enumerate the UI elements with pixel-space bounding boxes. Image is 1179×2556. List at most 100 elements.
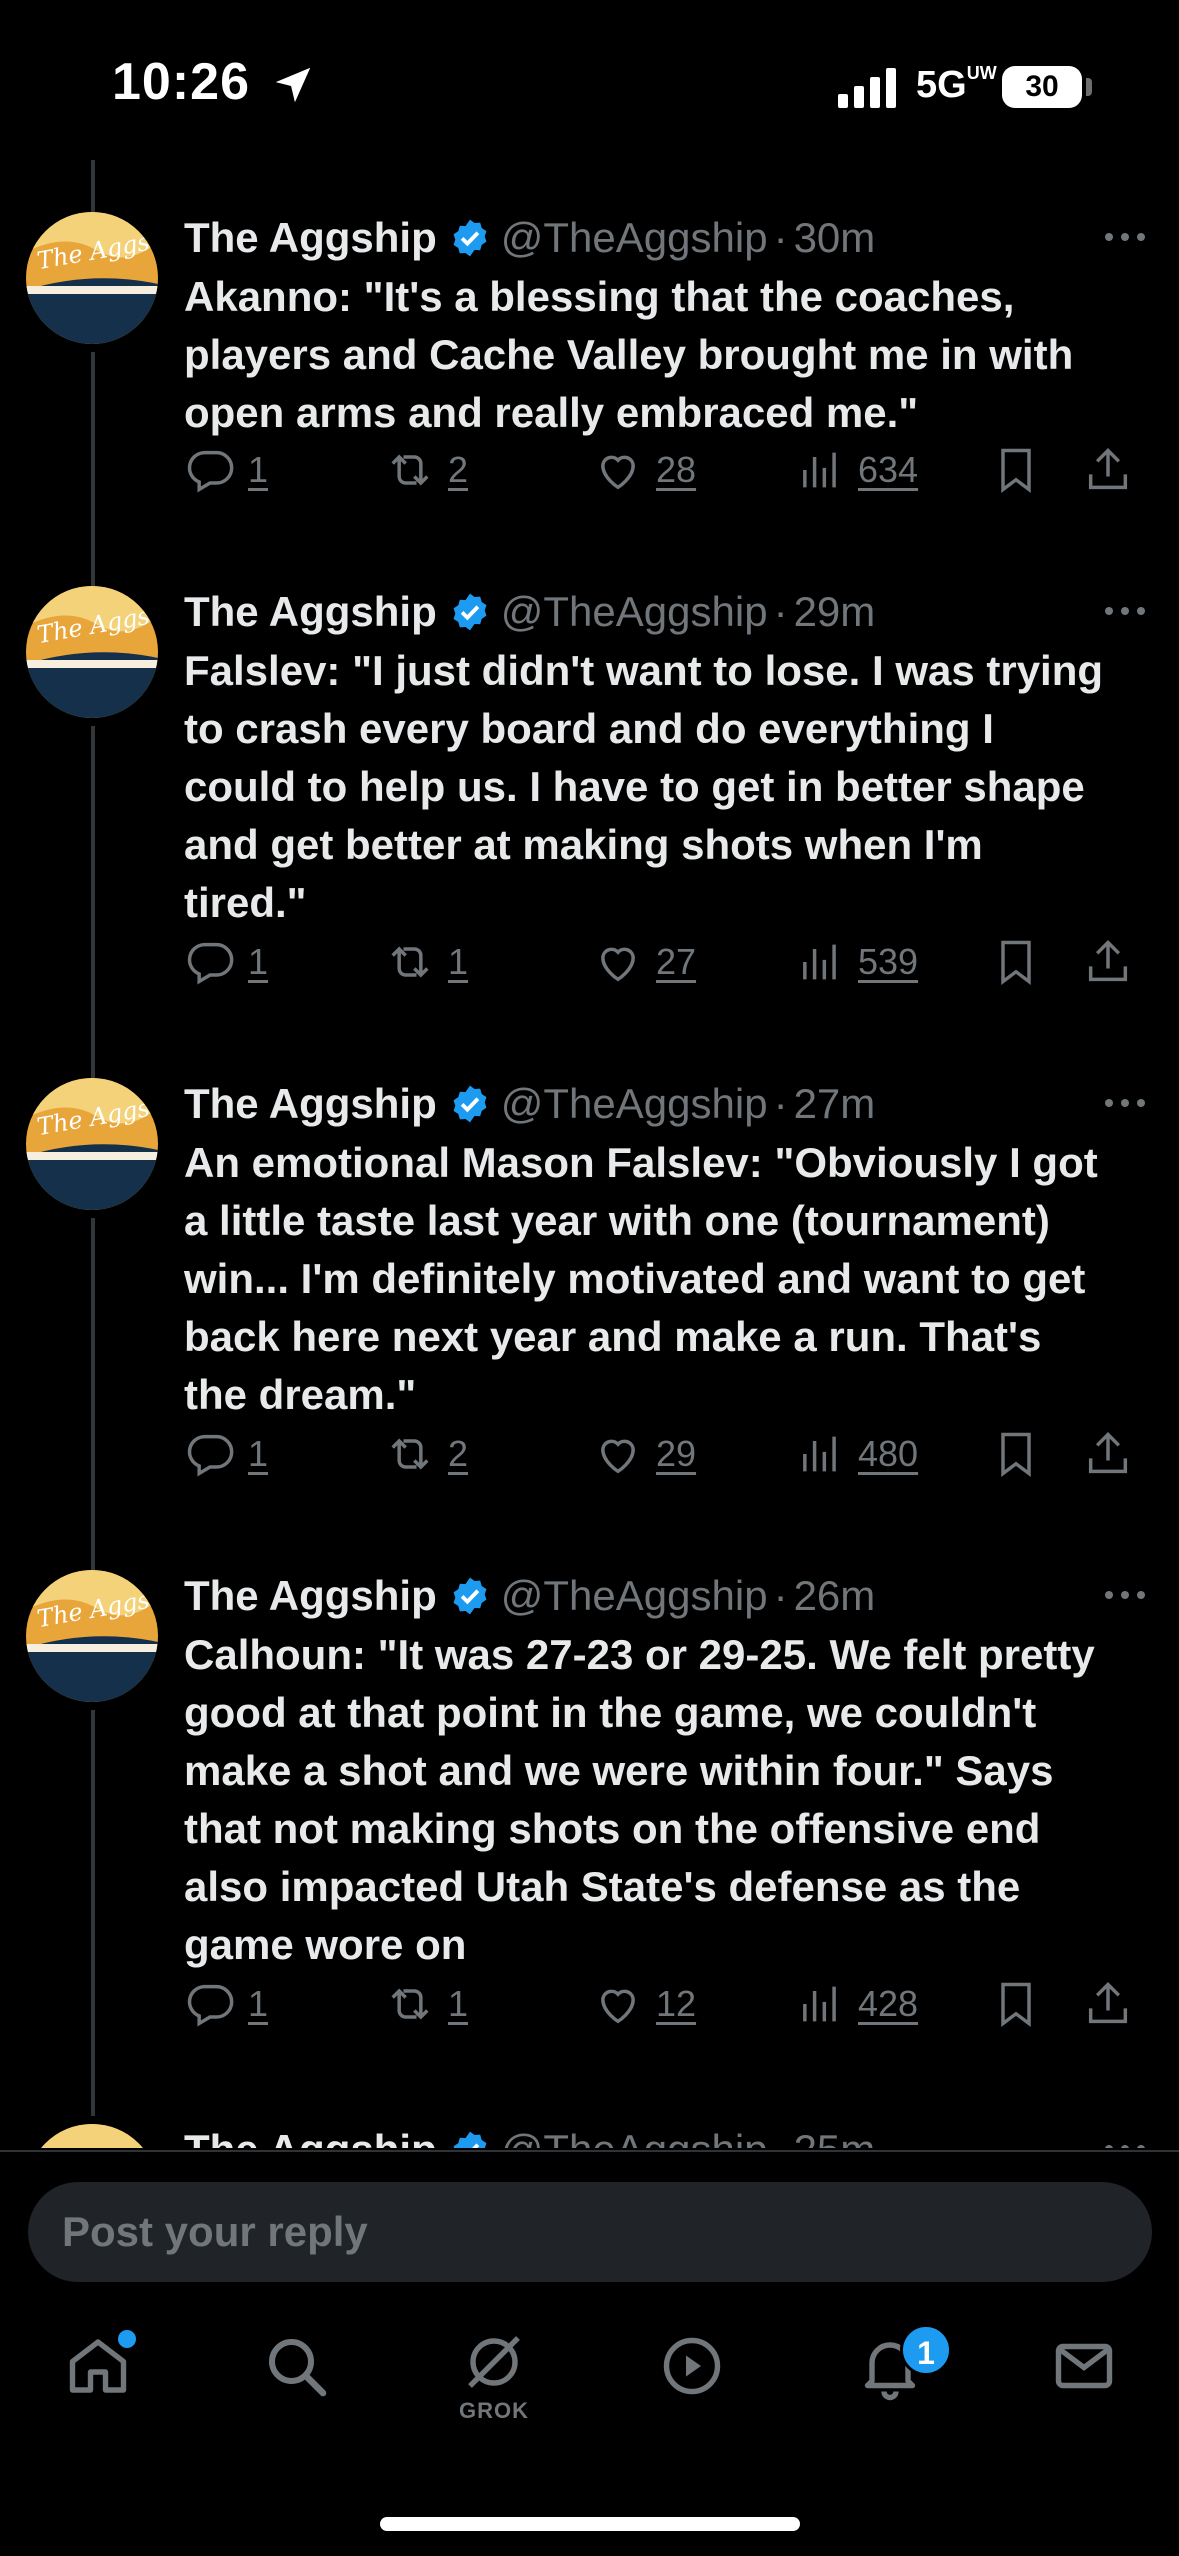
avatar[interactable]: The Aggship [26,586,158,718]
tweet-header: The Aggship @TheAggship · 30m [184,212,875,264]
handle[interactable]: @TheAggship [501,1080,768,1128]
timestamp[interactable]: 30m [794,214,876,262]
repost-count: 2 [448,449,469,490]
share-button[interactable] [1082,1974,1134,2034]
bookmark-icon [1001,1982,1031,2027]
thread-screen: 10:26 5GUW 30 The Aggship The Aggship @T… [0,0,1179,2556]
handle[interactable]: @TheAggship [501,588,768,636]
tweet-text: Akanno: "It's a blessing that the coache… [184,273,1074,436]
timestamp[interactable]: 27m [794,1080,876,1128]
tab-bar: GROK 1 [0,2300,1179,2490]
tweet-header: The Aggship @TheAggship · 29m [184,586,875,638]
like-icon [601,455,635,490]
tweet-text: An emotional Mason Falslev: "Obviously I… [184,1139,1098,1418]
display-name[interactable]: The Aggship [184,1572,437,1620]
share-icon [1088,1432,1128,1474]
more-icon[interactable] [1100,1580,1150,1610]
handle[interactable]: @TheAggship [501,214,768,262]
like-button[interactable]: 12 [592,1974,696,2034]
bookmark-button[interactable] [990,932,1042,992]
avatar[interactable]: The Aggship [26,212,158,344]
reply-icon [187,942,234,985]
display-name[interactable]: The Aggship [184,1080,437,1128]
views-icon [803,1986,836,2022]
like-count: 12 [656,1983,697,2024]
reply-icon [187,450,234,493]
tweet-actions: 1 1 27 539 [184,932,1164,992]
views-button[interactable]: 480 [794,1424,918,1484]
handle[interactable]: @TheAggship [501,1572,768,1620]
share-button[interactable] [1082,440,1134,500]
reply-count: 1 [248,1983,269,2024]
bookmark-button[interactable] [990,1424,1042,1484]
tweet-actions: 1 2 28 634 [184,440,1164,500]
messages-icon [1055,2343,1113,2389]
share-button[interactable] [1082,932,1134,992]
tweet[interactable]: The Aggship @TheAggship · 25m [0,2124,1179,2148]
avatar[interactable] [26,2124,158,2148]
thread-connector [91,726,95,1078]
repost-button[interactable]: 1 [384,1974,468,2034]
repost-button[interactable]: 2 [384,1424,468,1484]
display-name[interactable]: The Aggship [184,588,437,636]
home-indicator[interactable] [380,2517,800,2531]
repost-button[interactable]: 1 [384,932,468,992]
like-icon [601,1439,635,1474]
avatar[interactable]: The Aggship [26,1078,158,1210]
tweet[interactable]: The Aggship The Aggship @TheAggship · 27… [0,1078,1179,1572]
avatar[interactable]: The Aggship [26,1570,158,1702]
tweet[interactable]: The Aggship The Aggship @TheAggship · 26… [0,1570,1179,2120]
tab-notifications[interactable]: 1 [840,2324,952,2450]
separator-dot: · [773,1572,788,1619]
like-button[interactable]: 29 [592,1424,696,1484]
tab-grok[interactable]: GROK [444,2326,544,2446]
reply-button[interactable]: 1 [184,1424,268,1484]
tab-messages[interactable] [1034,2330,1134,2450]
more-icon[interactable] [1100,2134,1150,2148]
like-button[interactable]: 28 [592,440,696,500]
reply-button[interactable]: 1 [184,1974,268,2034]
views-button[interactable]: 539 [794,932,918,992]
verified-badge-icon [453,593,487,631]
timestamp[interactable]: 25m [794,2126,876,2148]
like-icon [601,947,635,982]
display-name[interactable]: The Aggship [184,214,437,262]
repost-icon [391,1438,429,1470]
thread-connector [91,1218,95,1570]
bookmark-button[interactable] [990,1974,1042,2034]
thread-feed[interactable]: The Aggship The Aggship @TheAggship · 30… [0,150,1179,2148]
tab-search[interactable] [246,2330,346,2450]
tweet[interactable]: The Aggship The Aggship @TheAggship · 29… [0,586,1179,1078]
like-count: 28 [656,449,697,490]
search-icon [269,2339,327,2397]
tweet-text: Calhoun: "It was 27-23 or 29-25. We felt… [184,1631,1095,1968]
reply-button[interactable]: 1 [184,440,268,500]
repost-count: 1 [448,941,469,982]
views-count: 428 [858,1983,919,2024]
timestamp[interactable]: 29m [794,588,876,636]
more-icon[interactable] [1100,1088,1150,1118]
tweet[interactable]: The Aggship The Aggship @TheAggship · 30… [0,212,1179,642]
reply-input[interactable]: Post your reply [28,2182,1152,2282]
reply-count: 1 [248,449,269,490]
tab-video[interactable] [642,2330,742,2450]
share-button[interactable] [1082,1424,1134,1484]
like-count: 27 [656,941,697,982]
repost-button[interactable]: 2 [384,440,468,500]
reply-button[interactable]: 1 [184,932,268,992]
more-icon[interactable] [1100,596,1150,626]
status-time: 10:26 [112,53,250,111]
tweet-header: The Aggship @TheAggship · 26m [184,1570,875,1622]
views-button[interactable]: 428 [794,1974,918,2034]
tab-home[interactable] [48,2330,148,2450]
display-name[interactable]: The Aggship [184,2126,437,2148]
network-type: 5GUW [916,63,997,106]
bookmark-button[interactable] [990,440,1042,500]
views-button[interactable]: 634 [794,440,918,500]
thread-connector [91,160,95,215]
handle[interactable]: @TheAggship [501,2126,768,2148]
more-icon[interactable] [1100,222,1150,252]
timestamp[interactable]: 26m [794,1572,876,1620]
views-icon [803,452,836,488]
like-button[interactable]: 27 [592,932,696,992]
